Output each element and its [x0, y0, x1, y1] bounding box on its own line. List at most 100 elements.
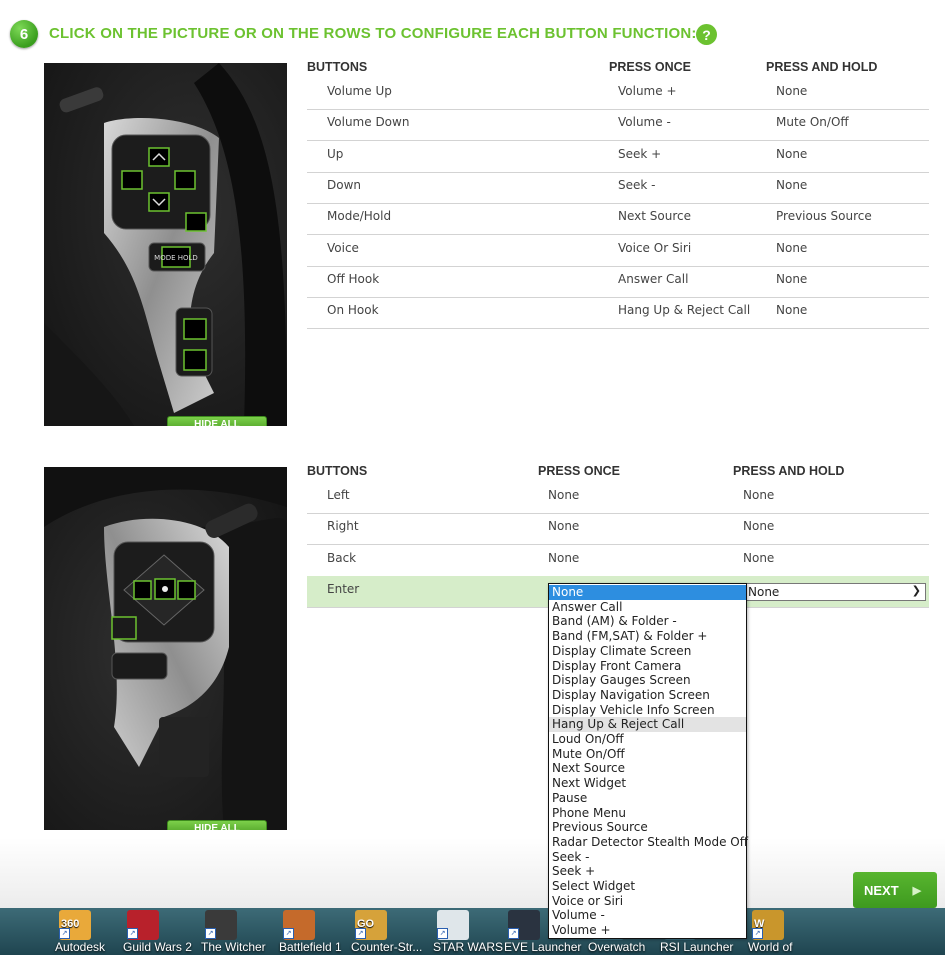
- dropdown-option-label: Hang Up & Reject Call: [552, 717, 685, 732]
- mode-hold-label: MODE HOLD: [154, 254, 198, 262]
- shortcut-arrow-icon: ↗: [752, 928, 763, 939]
- dropdown-option[interactable]: Seek -: [549, 850, 746, 865]
- dropdown-option-label: Voice or Siri: [552, 893, 624, 908]
- dropdown-option[interactable]: Voice or Siri: [549, 894, 746, 909]
- dropdown-option[interactable]: Loud On/Off: [549, 732, 746, 747]
- dropdown-option[interactable]: Next Source: [549, 761, 746, 776]
- dropdown-option[interactable]: Display Vehicle Info Screen: [549, 703, 746, 718]
- table-row[interactable]: Volume Up Volume + None: [307, 78, 929, 110]
- table-row[interactable]: Mode/Hold Next Source Previous Source: [307, 203, 929, 236]
- dropdown-option-label: Radar Detector Stealth Mode Off: [552, 834, 748, 849]
- shortcut-arrow-icon: ↗: [283, 928, 294, 939]
- taskbar-shortcut[interactable]: GO ↗ Counter-Str...: [351, 908, 429, 955]
- press-hold-select[interactable]: None ❯: [745, 583, 926, 601]
- table-row[interactable]: Left None None: [307, 482, 929, 514]
- taskbar-shortcut[interactable]: ↗ Battlefield 1: [279, 908, 357, 955]
- dropdown-option-label: Pause: [552, 790, 588, 805]
- row-press-hold: Previous Source: [776, 209, 872, 224]
- taskbar-shortcut[interactable]: ↗ Guild Wars 2: [123, 908, 201, 955]
- shortcut-arrow-icon: ↗: [355, 928, 366, 939]
- dropdown-option[interactable]: Volume +: [549, 923, 746, 938]
- taskbar-shortcut[interactable]: ↗ STAR WARS: [433, 908, 511, 955]
- dropdown-option[interactable]: Display Front Camera: [549, 659, 746, 674]
- desktop-taskbar: 360 ↗ Autodesk ↗ Guild Wars 2 ↗ The Witcher ↗ Ba…: [0, 908, 945, 955]
- row-press-hold: None: [776, 271, 808, 286]
- dropdown-option[interactable]: Seek +: [549, 864, 746, 879]
- dropdown-option[interactable]: Mute On/Off: [549, 747, 746, 762]
- table-row[interactable]: Right None None: [307, 513, 929, 546]
- row-button-name: Right: [327, 519, 359, 534]
- row-press-once: Voice Or Siri: [618, 240, 692, 255]
- row-button-name: Up: [327, 146, 344, 161]
- row-button-name: Left: [327, 488, 350, 502]
- table-row[interactable]: Off Hook Answer Call None: [307, 266, 929, 298]
- dropdown-option[interactable]: None: [549, 585, 746, 600]
- shortcut-arrow-icon: ↗: [127, 928, 138, 939]
- row-press-hold: None: [776, 240, 808, 255]
- row-button-name: Voice: [327, 240, 359, 255]
- row-press-once: None: [548, 550, 580, 565]
- steering-wheel-image: MODE HOLD: [44, 63, 287, 426]
- dropdown-option[interactable]: Hang Up & Reject Call: [549, 717, 746, 732]
- taskbar-shortcut[interactable]: 360 ↗ Autodesk: [55, 908, 133, 955]
- app-icon: ↗: [127, 910, 159, 940]
- hide-all-button[interactable]: HIDE ALL: [167, 416, 267, 426]
- taskbar-label: Battlefield 1: [279, 940, 342, 954]
- row-press-hold: Mute On/Off: [776, 115, 849, 130]
- shortcut-arrow-icon: ↗: [508, 928, 519, 939]
- help-icon[interactable]: ?: [696, 24, 717, 45]
- table-row[interactable]: Voice Voice Or Siri None: [307, 235, 929, 267]
- table-row[interactable]: Down Seek - None: [307, 172, 929, 204]
- dropdown-option[interactable]: Display Climate Screen: [549, 644, 746, 659]
- taskbar-label: Counter-Str...: [351, 940, 423, 954]
- header-press-once: PRESS ONCE: [609, 60, 691, 74]
- app-icon: ↗: [508, 910, 540, 940]
- next-button[interactable]: NEXT ▶: [853, 872, 937, 908]
- taskbar-label: World of: [748, 940, 793, 954]
- dropdown-option[interactable]: Answer Call: [549, 600, 746, 615]
- step-title: CLICK ON THE PICTURE OR ON THE ROWS TO C…: [49, 25, 697, 42]
- row-press-once: None: [548, 488, 580, 502]
- dropdown-option[interactable]: Previous Source: [549, 820, 746, 835]
- table-row[interactable]: On Hook Hang Up & Reject Call None: [307, 297, 929, 330]
- taskbar-label: Overwatch: [588, 940, 646, 954]
- taskbar-shortcut[interactable]: ↗ The Witcher: [201, 908, 279, 955]
- row-press-once: Hang Up & Reject Call: [618, 303, 751, 318]
- row-press-once: Volume +: [618, 84, 677, 98]
- header-buttons: BUTTONS: [307, 60, 368, 74]
- dropdown-option[interactable]: Band (AM) & Folder -: [549, 614, 746, 629]
- row-press-once: Answer Call: [618, 271, 689, 286]
- chevron-down-icon: ❯: [911, 584, 921, 597]
- dropdown-option-label: Mute On/Off: [552, 746, 625, 761]
- table-row[interactable]: Back None None: [307, 545, 929, 577]
- press-once-dropdown-list[interactable]: None Answer Call Band (AM) & Folder - Band …: [548, 583, 748, 939]
- steering-wheel-photo-right[interactable]: HIDE ALL: [44, 467, 287, 830]
- dropdown-option[interactable]: Volume -: [549, 908, 746, 923]
- row-button-name: Volume Down: [327, 115, 410, 130]
- row-press-hold: None: [743, 519, 775, 534]
- dropdown-option[interactable]: Display Gauges Screen: [549, 673, 746, 688]
- row-press-hold: None: [743, 488, 775, 502]
- app-icon: 360 ↗: [59, 910, 91, 940]
- dropdown-option[interactable]: Radar Detector Stealth Mode Off: [549, 834, 748, 850]
- dropdown-option[interactable]: Pause: [549, 791, 746, 806]
- dropdown-option[interactable]: Phone Menu: [549, 806, 746, 821]
- dropdown-option-label: Display Navigation Screen: [552, 687, 710, 702]
- taskbar-label: EVE Launcher: [504, 940, 582, 954]
- dropdown-option-label: Volume +: [552, 923, 611, 938]
- dropdown-option-label: Display Vehicle Info Screen: [552, 702, 715, 717]
- dropdown-option[interactable]: Band (FM,SAT) & Folder +: [549, 629, 746, 644]
- dropdown-option[interactable]: Next Widget: [549, 776, 746, 791]
- dropdown-option[interactable]: Display Navigation Screen: [549, 688, 746, 703]
- row-button-name: Volume Up: [327, 84, 392, 98]
- table-row[interactable]: Up Seek + None: [307, 141, 929, 173]
- steering-wheel-photo-left[interactable]: MODE HOLD HIDE ALL: [44, 63, 287, 426]
- hide-all-button[interactable]: HIDE ALL: [167, 820, 267, 830]
- dropdown-option[interactable]: Select Widget: [549, 879, 746, 894]
- dropdown-option-label: None: [552, 585, 584, 599]
- taskbar-shortcut[interactable]: W ↗ World of: [748, 908, 826, 955]
- header-press-hold: PRESS AND HOLD: [733, 464, 845, 478]
- table-row[interactable]: Volume Down Volume - Mute On/Off: [307, 109, 929, 142]
- dropdown-option-label: Answer Call: [552, 599, 623, 614]
- app-icon: ↗: [283, 910, 315, 940]
